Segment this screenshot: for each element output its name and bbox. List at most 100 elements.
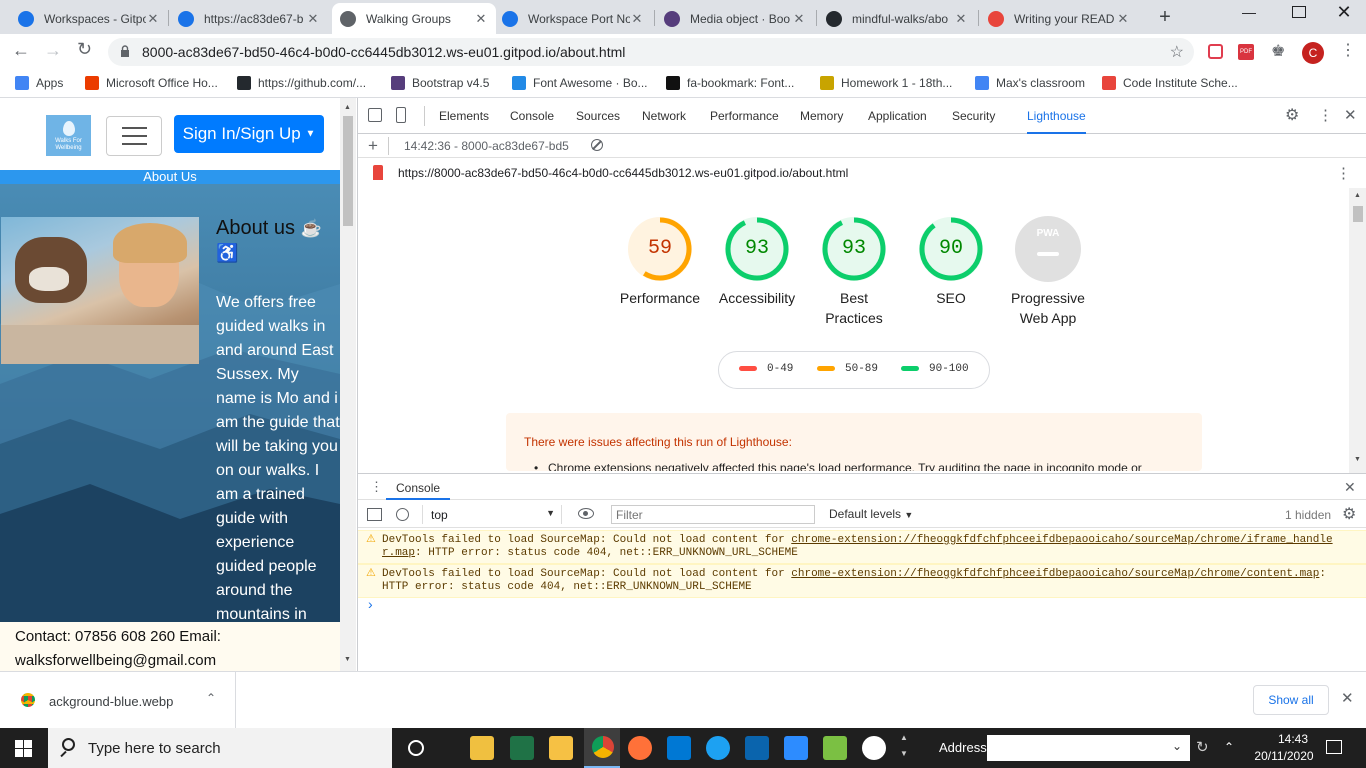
browser-menu-icon[interactable]: ⋮ (1340, 40, 1356, 60)
profile-avatar[interactable]: C (1302, 42, 1324, 64)
download-item[interactable]: ackground-blue.webp ⌃ (0, 672, 236, 728)
browser-tab[interactable]: Media object · Boo ✕ (656, 3, 814, 34)
devtools-tab-application[interactable]: Application (868, 109, 927, 123)
chrome-taskbar-button[interactable] (584, 728, 620, 768)
tab-close-icon[interactable]: ✕ (146, 11, 160, 27)
store-icon[interactable] (470, 736, 494, 760)
scroll-down-arrow-icon[interactable]: ▼ (344, 656, 351, 663)
vscode-icon[interactable] (667, 736, 691, 760)
console-filter-input[interactable] (611, 505, 815, 524)
outlook-icon[interactable] (745, 736, 769, 760)
report-menu-icon[interactable]: ⋮ (1336, 164, 1351, 182)
devtools-settings-gear-icon[interactable]: ⚙ (1285, 105, 1299, 125)
devtools-tab-security[interactable]: Security (952, 109, 995, 123)
navbar-toggler-button[interactable] (106, 116, 162, 156)
back-arrow-icon[interactable]: ← (12, 40, 30, 61)
pwa-gauge[interactable]: PWA Progressive Web App (998, 216, 1098, 328)
devtools-tab-console[interactable]: Console (510, 109, 554, 123)
site-nav-strip[interactable]: About Us (0, 170, 340, 184)
console-settings-gear-icon[interactable]: ⚙ (1342, 504, 1356, 524)
zoom-icon[interactable] (784, 736, 808, 760)
viewport-scrollbar[interactable]: ▲ ▼ (340, 98, 356, 671)
report-url-text[interactable]: https://8000-ac83de67-bd50-46c4-b0d0-cc6… (398, 166, 848, 180)
browser-tab[interactable]: Workspace Port No ✕ (494, 3, 652, 34)
tab-close-icon[interactable]: ✕ (306, 11, 320, 27)
bookmark-item[interactable]: Max's classroom (975, 76, 1085, 90)
windows-start-icon[interactable] (15, 740, 32, 757)
score-gauge[interactable]: 90 SEO (901, 216, 1001, 308)
task-view-icon[interactable] (408, 740, 424, 756)
notification-center-icon[interactable] (1326, 740, 1342, 754)
bookmark-item[interactable]: https://github.com/... (237, 76, 366, 90)
show-all-downloads-button[interactable]: Show all (1253, 685, 1329, 715)
address-dropdown-icon[interactable]: ⌄ (1172, 739, 1182, 753)
sourcemap-link[interactable]: chrome-extension://fheoggkfdfchfphceeifd… (791, 568, 1319, 580)
devtools-menu-icon[interactable]: ⋮ (1318, 106, 1333, 124)
show-hidden-icons-chevron-icon[interactable]: ⌃ (1224, 740, 1234, 754)
extension-pocket-icon[interactable] (1208, 44, 1223, 59)
live-expression-eye-icon[interactable] (578, 508, 594, 519)
minimize-window-button[interactable]: — (1234, 4, 1264, 26)
inspect-element-icon[interactable] (368, 108, 382, 122)
download-bar-close-icon[interactable]: ✕ (1341, 689, 1354, 707)
devtools-tab-sources[interactable]: Sources (576, 109, 620, 123)
bookmark-apps[interactable]: Apps (15, 76, 63, 90)
bookmark-star-icon[interactable]: ☆ (1170, 42, 1184, 62)
browser-tab[interactable]: Writing your READ ✕ (980, 3, 1138, 34)
clear-reports-icon[interactable] (591, 139, 603, 151)
new-report-plus-icon[interactable]: + (368, 136, 378, 156)
console-drawer-tab[interactable]: Console (386, 474, 451, 500)
device-toolbar-icon[interactable] (396, 107, 406, 123)
new-tab-button[interactable]: + (1154, 6, 1176, 28)
edge-icon[interactable] (706, 736, 730, 760)
drawer-menu-icon[interactable]: ⋮ (370, 479, 383, 495)
browser-tab[interactable]: https://ac83de67-b ✕ (170, 3, 328, 34)
devtools-close-icon[interactable]: ✕ (1344, 106, 1357, 124)
tab-close-icon[interactable]: ✕ (954, 11, 968, 27)
report-select[interactable]: 14:42:36 - 8000-ac83de67-bd5 (404, 139, 569, 153)
tab-close-icon[interactable]: ✕ (630, 11, 644, 27)
bookmark-item[interactable]: Microsoft Office Ho... (85, 76, 218, 90)
close-window-button[interactable]: ✕ (1332, 2, 1356, 26)
console-sidebar-toggle-icon[interactable] (367, 508, 382, 521)
tab-close-icon[interactable]: ✕ (1116, 11, 1130, 27)
download-chevron-up-icon[interactable]: ⌃ (206, 691, 216, 705)
log-levels-dropdown[interactable]: Default levels ▼ (829, 507, 913, 521)
address-bar[interactable]: 8000-ac83de67-bd50-46c4-b0d0-cc6445db301… (108, 38, 1194, 66)
bookmark-item[interactable]: Homework 1 - 18th... (820, 76, 952, 90)
restore-window-button[interactable] (1292, 6, 1306, 18)
browser-tab[interactable]: Workspaces - Gitpod ✕ (10, 3, 168, 34)
score-gauge[interactable]: 93 Accessibility (707, 216, 807, 308)
report-scroll-down-arrow-icon[interactable]: ▼ (1354, 456, 1361, 463)
taskbar-search-box[interactable]: Type here to search (48, 728, 392, 768)
score-gauge[interactable]: 59 Performance (610, 216, 710, 308)
browser-tab[interactable]: Walking Groups ✕ (332, 3, 496, 34)
drawer-close-icon[interactable]: ✕ (1344, 479, 1356, 496)
devtools-tab-lighthouse[interactable]: Lighthouse (1027, 109, 1086, 134)
bookmark-item[interactable]: Bootstrap v4.5 (391, 76, 489, 90)
site-logo[interactable]: Walks For Wellbeing (46, 115, 91, 156)
tab-close-icon[interactable]: ✕ (474, 11, 488, 27)
devtools-tab-memory[interactable]: Memory (800, 109, 843, 123)
scroll-up-arrow-icon[interactable]: ▲ (344, 104, 351, 111)
bookmark-item[interactable]: fa-bookmark: Font... (666, 76, 794, 90)
signin-dropdown-button[interactable]: Sign In/Sign Up ▼ (174, 115, 324, 153)
console-prompt[interactable]: › (368, 596, 373, 612)
firefox-icon[interactable] (628, 736, 652, 760)
report-scrollbar[interactable]: ▲ ▼ (1349, 188, 1366, 473)
taskbar-scroll-arrows[interactable]: ▲ ▼ (900, 730, 908, 762)
devtools-tab-elements[interactable]: Elements (439, 109, 489, 123)
tab-close-icon[interactable]: ✕ (792, 11, 806, 27)
file-explorer-icon[interactable] (549, 736, 573, 760)
extension-pdf-icon[interactable]: PDF (1238, 44, 1254, 60)
clock-date[interactable]: 20/11/2020 (1246, 749, 1322, 763)
bookmark-item[interactable]: Font Awesome · Bo... (512, 76, 648, 90)
vpn-shield-icon[interactable] (862, 736, 886, 760)
address-toolbar-input[interactable]: ⌄ (987, 735, 1190, 761)
extensions-puzzle-icon[interactable]: ♚ (1271, 41, 1285, 61)
console-clear-icon[interactable] (396, 508, 409, 521)
report-scroll-up-arrow-icon[interactable]: ▲ (1354, 192, 1361, 199)
reload-icon[interactable]: ↻ (77, 39, 92, 60)
nav-about-link[interactable]: About Us (143, 169, 196, 184)
forward-arrow-icon[interactable]: → (44, 40, 62, 61)
